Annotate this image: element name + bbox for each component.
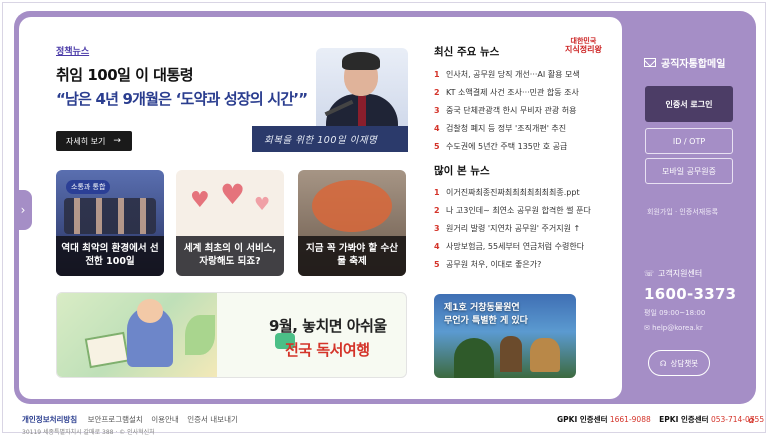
privacy-policy-link[interactable]: 개인정보처리방침 (22, 415, 77, 424)
cert-export-link[interactable]: 인증서 내보내기 (187, 415, 238, 424)
customer-support-number: 1600-3373 (644, 285, 737, 303)
footer-emblem-icon: ✿ (748, 416, 755, 425)
deer-illustration (530, 338, 560, 372)
reading-travel-banner[interactable]: 9월, 놓치면 아쉬울 전국 독서여행 (56, 292, 407, 378)
list-item[interactable]: 3 중국 단체관광객 한시 무비자 관광 허용 (434, 101, 580, 119)
mail-small-icon: ✉ (644, 324, 650, 332)
most-viewed-title: 많이 본 뉴스 (434, 165, 490, 177)
sidebar: 공직자통합메일 인증서 로그인 ID / OTP 모바일 공무원증 회원가입 ·… (630, 11, 756, 404)
phone-icon: ☏ (644, 269, 655, 278)
detail-button-label: 자세히 보기 (66, 136, 106, 146)
usage-guide-link[interactable]: 이용안내 (151, 415, 179, 424)
list-item[interactable]: 1 인사처, 공무원 당직 개선···AI 활용 모색 (434, 65, 580, 83)
card-caption: 세계 최초의 이 서비스, 자랑해도 되죠? (176, 236, 284, 276)
list-item[interactable]: 4 사망보험금, 55세부터 연금처럼 수령한다 (434, 237, 591, 255)
list-item[interactable]: 2나 고3인데~ 최연소 공무원 합격한 썰 푼다 (434, 201, 591, 219)
list-item[interactable]: 1 이거진짜최종진짜최최최최최최최종.ppt (434, 183, 591, 201)
security-program-link[interactable]: 보안프로그램설치 (88, 415, 143, 424)
news-card-world-first[interactable]: ♥ ♥ ♥ 세계 최초의 이 서비스, 자랑해도 되죠? (176, 170, 284, 276)
list-item[interactable]: 2 KT 소액결제 사건 조사···민관 합동 조사 (434, 83, 580, 101)
footer-address: 30119 세종특별자치시 갈매로 388 · © 인사혁신처 (22, 429, 155, 435)
card-tag: 소통과 통합 (66, 180, 111, 194)
support-email: ✉ help@korea.kr (644, 324, 703, 332)
mobile-id-button[interactable]: 모바일 공무원증 (645, 158, 733, 184)
list-item[interactable]: 3 원거리 발령 '지연차 공무원' 주거지원 ↑ (434, 219, 591, 237)
most-viewed-list: 1 이거진짜최종진짜최최최최최최최종.ppt 2나 고3인데~ 최연소 공무원 합… (434, 183, 591, 273)
list-item[interactable]: 4 검찰청 폐지 등 정부 '조직개편' 추진 (434, 119, 580, 137)
policy-headline[interactable]: 취임 100일 이 대통령 (56, 64, 194, 85)
list-item[interactable]: 5 공무원 처우, 이대로 좋은가? (434, 255, 591, 273)
banner-title-line2: 전국 독서여행 (285, 341, 370, 359)
list-item[interactable]: 5 수도권에 5년간 주택 135만 호 공급 (434, 137, 580, 155)
signup-links[interactable]: 회원가입 · 인증서재등록 (647, 207, 718, 217)
heart-icon: ♥ (254, 194, 271, 215)
card-photo (312, 180, 392, 232)
chevron-right-icon: › (20, 203, 26, 217)
promo-title: 제1호 거창동물원연 무언가 특별한 게 있다 (444, 303, 528, 326)
heart-icon: ♥ (190, 188, 210, 213)
footer-cert-centers: GPKI 인증센터 1661-9088 EPKI 인증센터 053-714-07… (557, 415, 765, 424)
chatbot-button[interactable]: ☊ 상담챗봇 (648, 350, 710, 376)
hero-banner-strip: 회복을 위한 100일 이재명 (252, 126, 408, 152)
arrow-right-icon: → (113, 136, 121, 146)
mail-icon (644, 58, 656, 67)
card-photo (64, 198, 156, 234)
banner-title-line1: 9월, 놓치면 아쉬울 (269, 317, 387, 335)
news-card-100-days[interactable]: 소통과 통합 역대 최악의 환경에서 선전한 100일 (56, 170, 164, 276)
mail-title: 공직자통합메일 (644, 55, 725, 70)
site-logo: 대한민국 지식정리왕 (565, 37, 602, 54)
footer-links: 개인정보처리방침 보안프로그램설치 이용안내 인증서 내보내기 (22, 414, 244, 425)
customer-support-label: ☏ 고객지원센터 (644, 269, 703, 278)
headset-icon: ☊ (659, 358, 667, 368)
president-photo (316, 48, 408, 132)
policy-news-label[interactable]: 정책뉴스 (56, 44, 89, 57)
news-card-seafood-festival[interactable]: 지금 꼭 가봐야 할 수산물 축제 (298, 170, 406, 276)
card-caption: 역대 최악의 환경에서 선전한 100일 (56, 236, 164, 276)
certificate-login-button[interactable]: 인증서 로그인 (645, 86, 733, 122)
heart-icon: ♥ (220, 178, 246, 211)
card-caption: 지금 꼭 가봐야 할 수산물 축제 (298, 236, 406, 276)
top-news-title: 최신 주요 뉴스 (434, 46, 500, 58)
top-news-list: 1 인사처, 공무원 당직 개선···AI 활용 모색 2 KT 소액결제 사건 조… (434, 65, 580, 155)
detail-button[interactable]: 자세히 보기 → (56, 131, 132, 151)
support-hours: 평일 09:00~18:00 (644, 309, 706, 317)
policy-subheadline[interactable]: “남은 4년 9개월은 ‘도약과 성장의 시간’” (56, 88, 308, 109)
id-otp-button[interactable]: ID / OTP (645, 128, 733, 154)
zoo-promo-banner[interactable]: 제1호 거창동물원연 무언가 특별한 게 있다 (434, 294, 576, 378)
expand-tab[interactable]: › (14, 190, 32, 230)
